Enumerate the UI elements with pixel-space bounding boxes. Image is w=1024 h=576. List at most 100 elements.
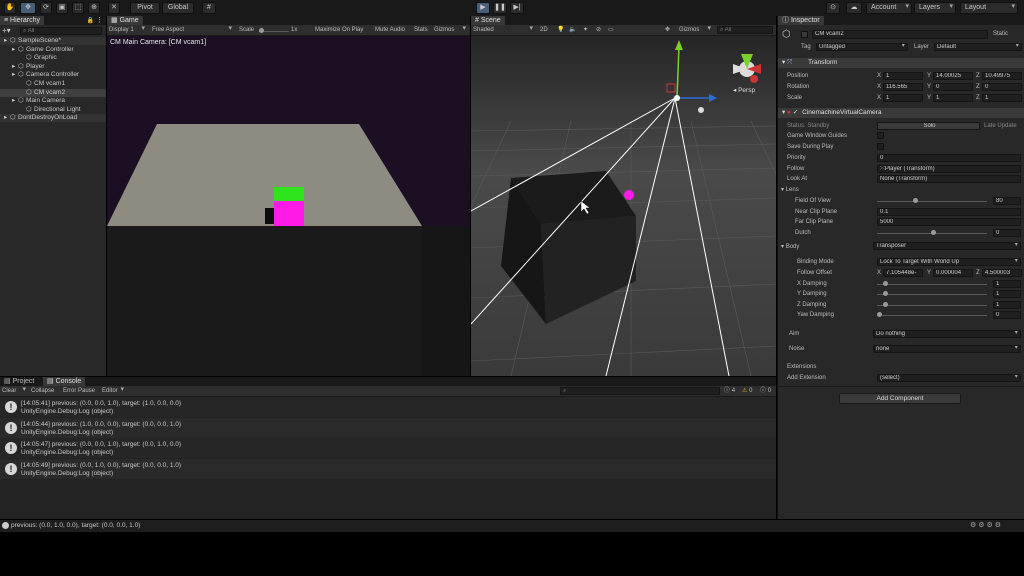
move-tool-icon[interactable]: ✥ bbox=[20, 2, 36, 14]
pos-y-field[interactable]: 14.00025 bbox=[933, 72, 973, 80]
tools-icon[interactable]: ✥ bbox=[665, 26, 670, 34]
grid-snap-icon[interactable]: # bbox=[202, 2, 216, 14]
fov-slider-knob[interactable] bbox=[913, 198, 918, 203]
priority-field[interactable]: 0 bbox=[877, 154, 1021, 162]
progress-icon[interactable]: ⚙ bbox=[970, 522, 976, 529]
add-extension-dropdown[interactable]: (select) bbox=[877, 374, 1021, 382]
yaw-damping-knob[interactable] bbox=[877, 312, 882, 317]
pos-z-field[interactable]: 10.49975 bbox=[982, 72, 1022, 80]
layers-dropdown[interactable]: Layers bbox=[914, 2, 956, 14]
active-checkbox[interactable] bbox=[801, 31, 808, 38]
scene-viewport[interactable]: ◂ Persp bbox=[471, 36, 776, 376]
expand-arrow-icon[interactable]: ▸ bbox=[12, 63, 15, 71]
hierarchy-item[interactable]: ▸ ⬡ DontDestroyOnLoad bbox=[0, 114, 106, 123]
console-log-entry[interactable]: ! [14:05:49] previous: (0.0, 1.0, 0.0), t… bbox=[0, 458, 776, 479]
play-button[interactable]: ▶ bbox=[476, 2, 490, 14]
x-damping-track[interactable] bbox=[877, 284, 987, 285]
bug-icon[interactable]: ⚙ bbox=[978, 522, 984, 529]
mute-audio-toggle[interactable]: Mute Audio bbox=[375, 26, 405, 34]
tab-game[interactable]: ▦ Game bbox=[107, 16, 143, 25]
tab-inspector[interactable]: ⓘ Inspector bbox=[778, 16, 824, 25]
pos-x-field[interactable]: 1 bbox=[883, 72, 923, 80]
step-button[interactable]: ▶| bbox=[510, 2, 524, 14]
custom-tool-icon[interactable]: ✕ bbox=[108, 2, 120, 14]
yaw-damping-track[interactable] bbox=[877, 315, 987, 316]
follow-field[interactable]: ⤧Player (Transform) bbox=[877, 165, 1021, 173]
warning-count[interactable]: ⚠ 0 bbox=[742, 387, 752, 395]
y-damping-knob[interactable] bbox=[883, 291, 888, 296]
error-count[interactable]: ⓘ 0 bbox=[760, 387, 771, 395]
scale-tool-icon[interactable]: ▣ bbox=[56, 2, 68, 14]
static-toggle[interactable]: Static bbox=[993, 30, 1008, 38]
scale-slider-knob[interactable] bbox=[259, 28, 264, 33]
expand-arrow-icon[interactable]: ▸ bbox=[12, 71, 15, 79]
hierarchy-item[interactable]: ▸ ⬡ SampleScene* bbox=[0, 37, 106, 45]
game-window-guides-checkbox[interactable] bbox=[877, 132, 884, 139]
game-viewport[interactable]: CM Main Camera: [CM vcam1] bbox=[107, 36, 470, 376]
body-foldout[interactable]: ▾ Body bbox=[781, 243, 799, 251]
rect-tool-icon[interactable]: ⬚ bbox=[72, 2, 84, 14]
hierarchy-item[interactable]: ⬡ Graphic bbox=[0, 54, 106, 62]
rot-x-field[interactable]: 116.565 bbox=[883, 83, 923, 91]
hierarchy-item[interactable]: ▸ ⬡ Player bbox=[0, 63, 106, 71]
hierarchy-item[interactable]: ▸ ⬡ Camera Controller bbox=[0, 71, 106, 79]
maximize-on-play-toggle[interactable]: Maximize On Play bbox=[315, 26, 363, 34]
dutch-slider-knob[interactable] bbox=[931, 230, 936, 235]
shading-dropdown[interactable]: Shaded bbox=[473, 25, 535, 34]
y-damping-track[interactable] bbox=[877, 294, 987, 295]
hierarchy-search-input[interactable]: ⌕ All bbox=[20, 27, 102, 35]
body-dropdown[interactable]: Transposer bbox=[873, 242, 1021, 250]
offset-y-field[interactable]: 0.000004 bbox=[933, 269, 973, 277]
tag-dropdown[interactable]: Untagged bbox=[816, 43, 908, 51]
scene-search-input[interactable]: ⌕ All bbox=[717, 26, 773, 34]
effects-icon[interactable]: ✦ bbox=[583, 26, 588, 34]
clear-button[interactable]: Clear bbox=[2, 386, 28, 395]
collapse-toggle[interactable]: Collapse bbox=[31, 387, 54, 395]
lens-foldout[interactable]: ▾ Lens bbox=[781, 186, 799, 194]
fov-slider-track[interactable] bbox=[877, 201, 987, 202]
y-damping-field[interactable]: 1 bbox=[993, 290, 1021, 298]
scene-camera-icon[interactable]: ▭ bbox=[608, 26, 614, 34]
fov-field[interactable]: 80 bbox=[993, 197, 1021, 205]
z-damping-knob[interactable] bbox=[883, 302, 888, 307]
expand-arrow-icon[interactable]: ▸ bbox=[4, 114, 7, 122]
object-name-field[interactable]: CM vcam2 bbox=[812, 30, 988, 39]
dutch-field[interactable]: 0 bbox=[993, 229, 1021, 237]
error-pause-toggle[interactable]: Error Pause bbox=[63, 387, 95, 395]
z-damping-track[interactable] bbox=[877, 305, 987, 306]
transform-tool-icon[interactable]: ⊕ bbox=[88, 2, 100, 14]
panel-menu-icon[interactable]: ⋮ bbox=[96, 16, 103, 24]
account-dropdown[interactable]: Account bbox=[866, 2, 912, 14]
near-clip-field[interactable]: 0.1 bbox=[877, 208, 1021, 216]
tab-hierarchy[interactable]: ≡ Hierarchy bbox=[0, 16, 44, 25]
info-count[interactable]: ⓘ 4 bbox=[724, 387, 735, 395]
noise-dropdown[interactable]: none bbox=[873, 345, 1021, 353]
expand-arrow-icon[interactable]: ▸ bbox=[12, 97, 15, 105]
hierarchy-item[interactable]: ⬡ CM vcam1 bbox=[0, 80, 106, 88]
stats-toggle[interactable]: Stats bbox=[414, 26, 428, 34]
lock-icon[interactable]: 🔒 bbox=[87, 17, 94, 24]
perspective-label[interactable]: ◂ Persp bbox=[733, 86, 755, 94]
binding-mode-dropdown[interactable]: Lock To Target With World Up bbox=[877, 258, 1021, 266]
tab-scene[interactable]: # Scene bbox=[471, 16, 505, 25]
hand-tool-icon[interactable]: ✋ bbox=[4, 2, 16, 14]
console-log-entry[interactable]: ! [14:05:44] previous: (1.0, 0.0, 0.0), t… bbox=[0, 417, 776, 438]
editor-dropdown[interactable]: Editor bbox=[102, 386, 126, 395]
hierarchy-item[interactable]: ⬡ CM vcam2 bbox=[0, 88, 106, 97]
lighting-icon[interactable]: 💡 bbox=[557, 26, 564, 34]
hierarchy-item[interactable]: ▸ ⬡ Main Camera bbox=[0, 97, 106, 105]
offset-x-field[interactable]: 7.105448e- bbox=[883, 269, 923, 277]
vcam-header[interactable]: ▾ ● ✓ CinemachineVirtualCamera bbox=[778, 108, 1024, 118]
transform-header[interactable]: ▾ ⤧ Transform bbox=[778, 58, 1024, 68]
network-icon[interactable]: ⚙ bbox=[995, 522, 1001, 529]
game-gizmos-dropdown[interactable]: Gizmos bbox=[434, 25, 468, 34]
scl-z-field[interactable]: 1 bbox=[982, 94, 1022, 102]
offset-z-field[interactable]: 4.500003 bbox=[982, 269, 1022, 277]
expand-arrow-icon[interactable]: ▸ bbox=[4, 37, 7, 45]
pivot-toggle[interactable]: Pivot bbox=[130, 2, 160, 14]
rot-y-field[interactable]: 0 bbox=[933, 83, 973, 91]
collab-icon[interactable]: ⊙ bbox=[826, 2, 840, 14]
x-damping-field[interactable]: 1 bbox=[993, 280, 1021, 288]
tab-console[interactable]: ▤ Console bbox=[43, 377, 86, 386]
far-clip-field[interactable]: 5000 bbox=[877, 218, 1021, 226]
